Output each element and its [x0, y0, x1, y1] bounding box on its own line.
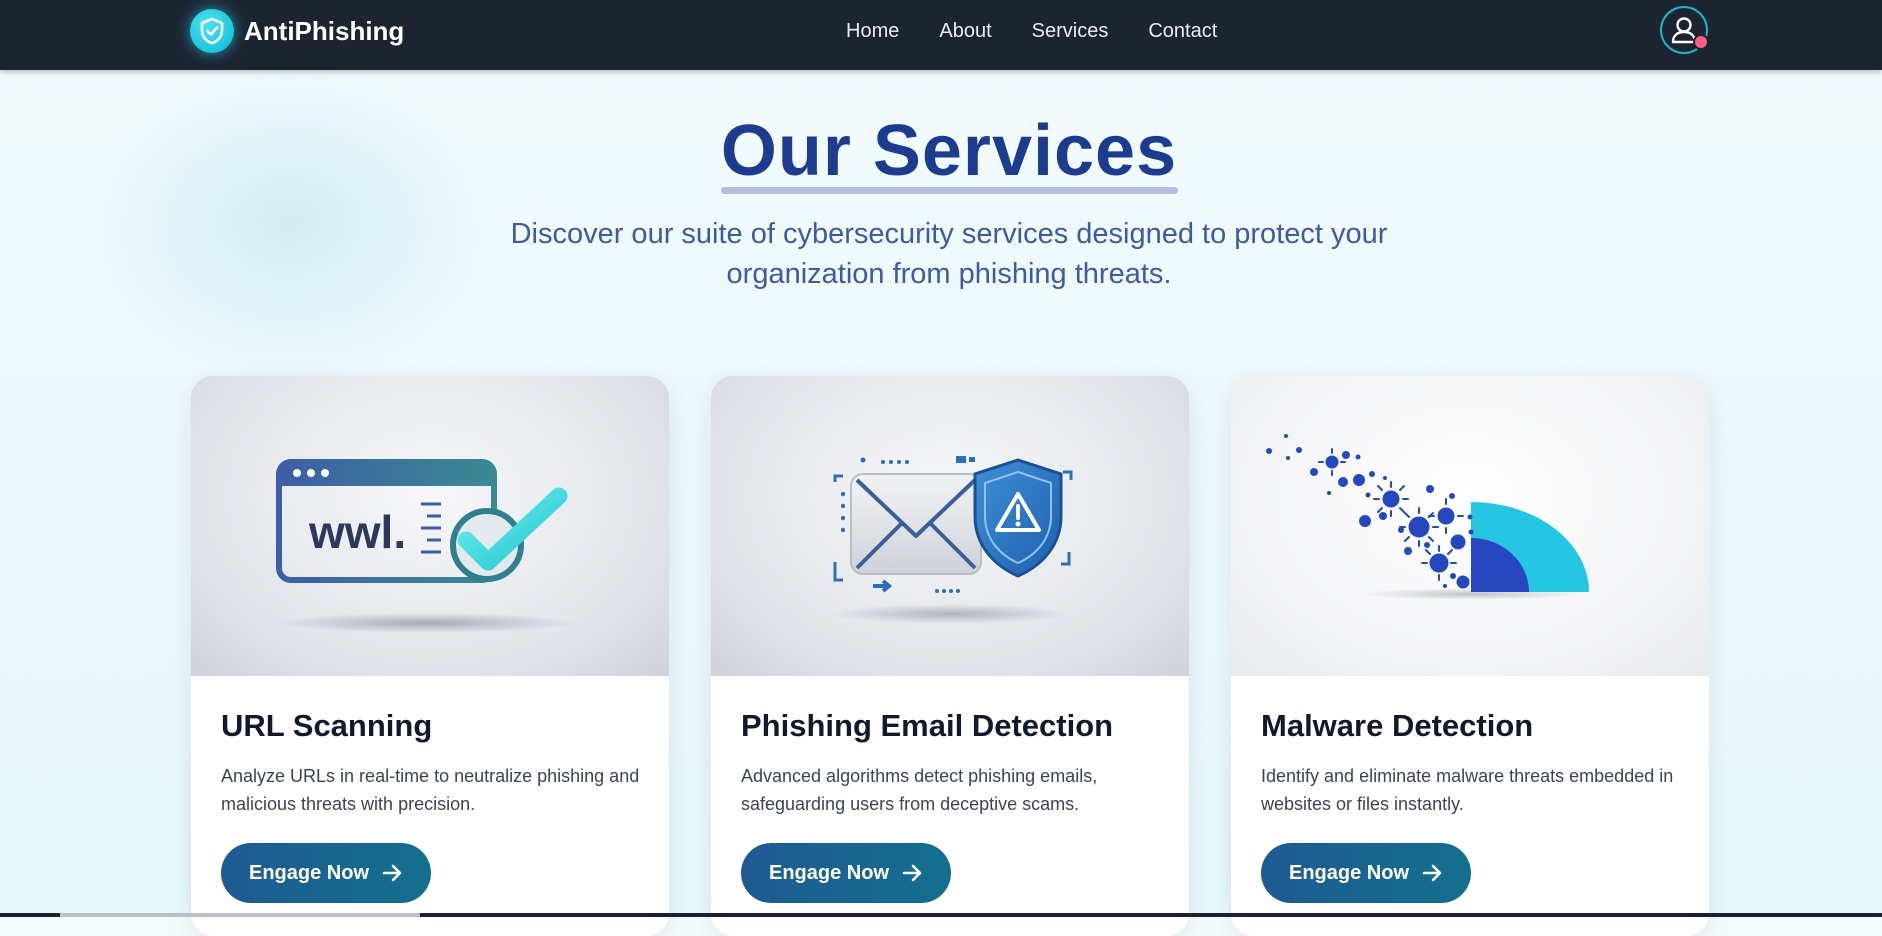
card-description: Advanced algorithms detect phishing emai…	[741, 766, 1098, 814]
engage-now-button[interactable]: Engage Now	[221, 843, 431, 903]
service-card-url-scanning: wwl. URL Scanning Analyze URLs in real-t…	[191, 376, 669, 936]
brand-name: AntiPhishing	[244, 15, 405, 46]
card-description: Identify and eliminate malware threats e…	[1261, 766, 1674, 814]
card-description: Analyze URLs in real-time to neutralize …	[221, 766, 640, 814]
engage-now-button[interactable]: Engage Now	[1261, 843, 1471, 903]
arrow-right-icon	[381, 862, 403, 884]
horizontal-scrollbar[interactable]	[0, 913, 1882, 917]
nav-link-about[interactable]: About	[939, 20, 991, 43]
arrow-right-icon	[901, 862, 923, 884]
card-title: Malware Detection	[1261, 708, 1534, 743]
nav-link-contact[interactable]: Contact	[1148, 20, 1217, 43]
url-text-label: wwl.	[308, 506, 406, 558]
service-card-phishing-email: Phishing Email Detection Advanced algori…	[711, 376, 1189, 936]
malware-detection-illustration	[1231, 376, 1709, 676]
button-label: Engage Now	[1288, 861, 1409, 884]
notification-dot	[1693, 34, 1709, 50]
button-label: Engage Now	[248, 861, 369, 884]
user-avatar-button[interactable]	[1660, 6, 1709, 54]
nav-menu: Home About Services Contact	[846, 20, 1257, 43]
email-detection-illustration	[711, 376, 1189, 676]
background-glow	[80, 60, 500, 380]
button-label: Engage Now	[768, 861, 889, 884]
nav-link-services[interactable]: Services	[1032, 20, 1109, 43]
card-title: Phishing Email Detection	[741, 708, 1114, 743]
page-subtitle: Discover our suite of cybersecurity serv…	[510, 218, 1388, 290]
card-title: URL Scanning	[221, 708, 433, 743]
scrollbar-thumb[interactable]	[60, 913, 420, 917]
engage-now-button[interactable]: Engage Now	[741, 843, 951, 903]
arrow-right-icon	[1421, 862, 1443, 884]
service-card-malware: Malware Detection Identify and eliminate…	[1231, 376, 1709, 936]
navbar: AntiPhishing Home About Services Contact	[0, 0, 1882, 70]
page-title: Our Services	[720, 111, 1178, 191]
title-underline	[721, 187, 1178, 194]
shield-check-icon	[190, 9, 234, 53]
nav-link-home[interactable]: Home	[846, 20, 899, 43]
url-scanning-illustration: wwl.	[191, 376, 669, 676]
brand[interactable]: AntiPhishing	[190, 9, 404, 53]
